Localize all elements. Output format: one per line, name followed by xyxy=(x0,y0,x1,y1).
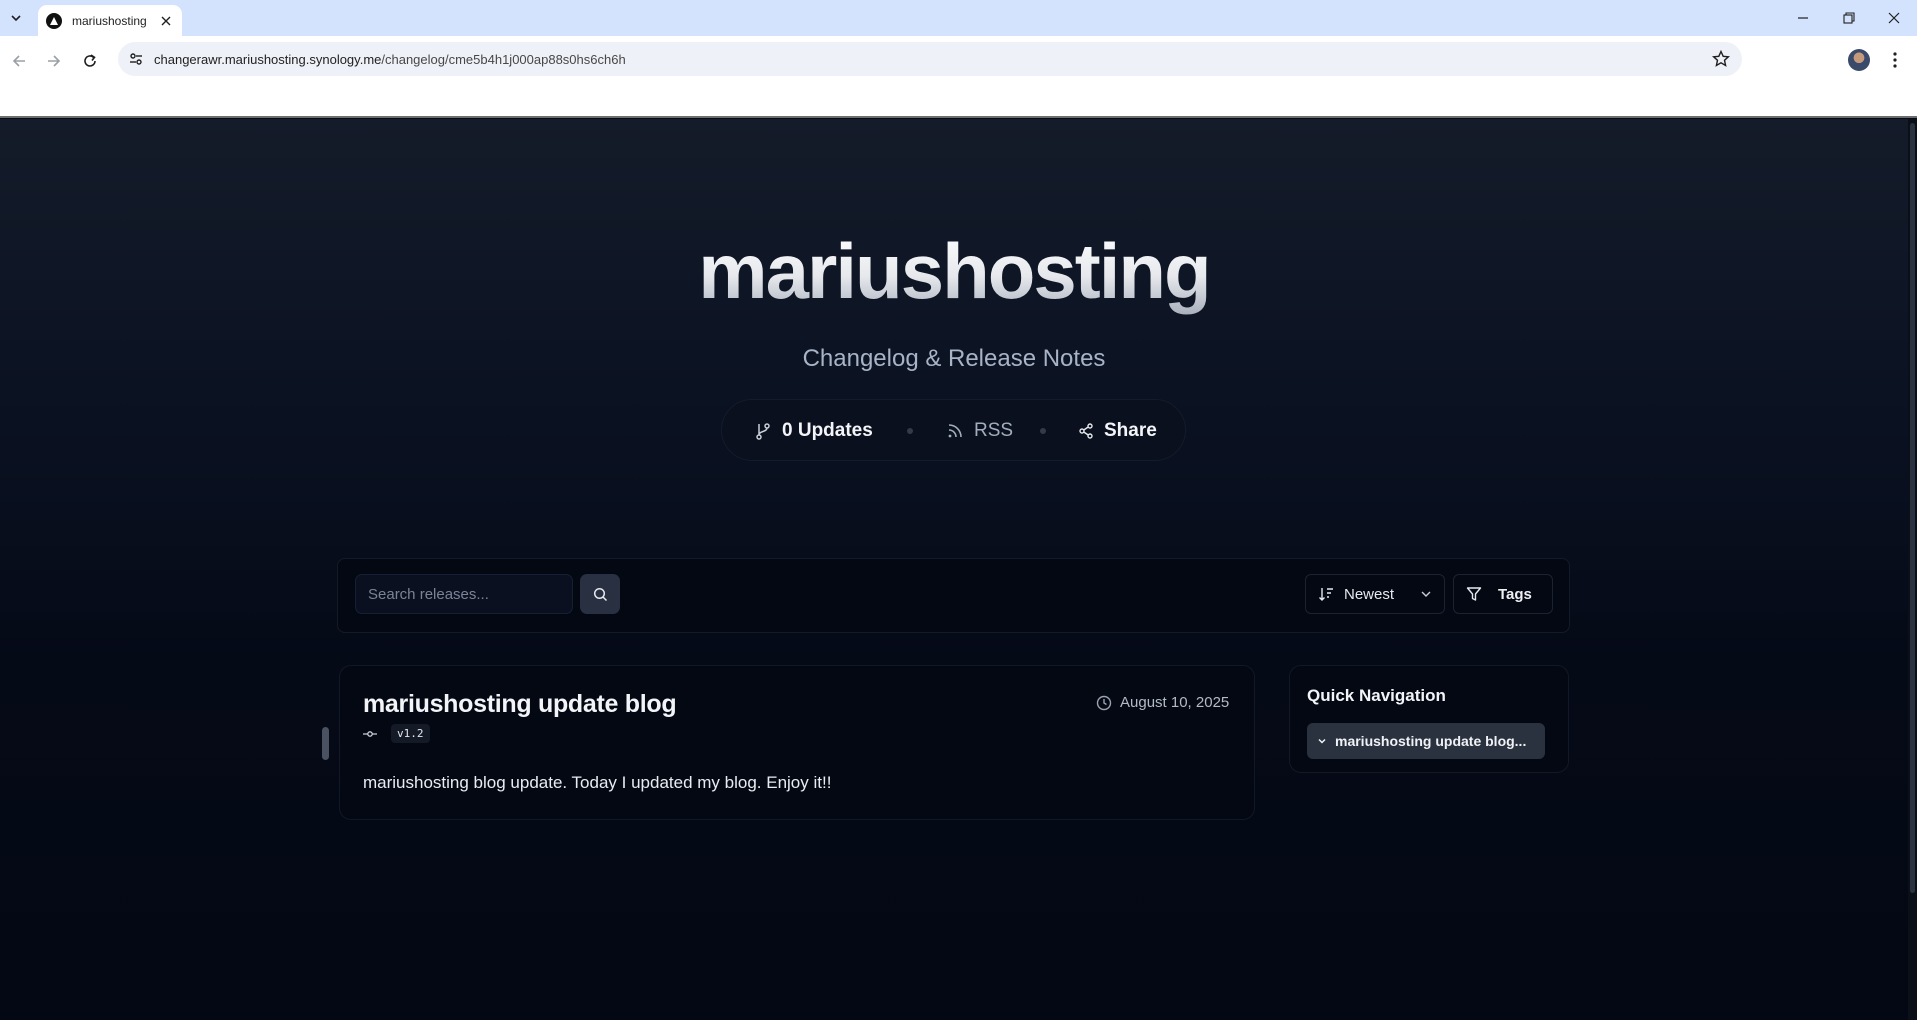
restore-icon xyxy=(1843,12,1855,24)
restore-window-button[interactable] xyxy=(1826,0,1872,36)
tab-close-icon[interactable] xyxy=(158,13,174,29)
search-button[interactable] xyxy=(580,574,620,614)
forward-button[interactable] xyxy=(41,48,67,74)
browser-tab[interactable]: mariushosting xyxy=(38,5,182,36)
sort-value: Newest xyxy=(1344,585,1395,603)
entry-date-text: August 10, 2025 xyxy=(1120,694,1230,711)
rss-link[interactable]: RSS xyxy=(946,400,1013,462)
share-icon xyxy=(1079,423,1093,439)
git-commit-icon xyxy=(363,727,377,741)
filter-icon xyxy=(1466,587,1482,601)
bookmark-star-icon[interactable] xyxy=(1712,50,1730,68)
rss-label: RSS xyxy=(974,420,1014,441)
profile-avatar[interactable] xyxy=(1848,49,1870,71)
share-button[interactable]: Share xyxy=(1078,400,1157,462)
updates-label: 0 Updates xyxy=(782,420,873,441)
arrow-left-icon xyxy=(12,55,25,67)
sort-icon xyxy=(1319,588,1333,601)
close-window-button[interactable] xyxy=(1871,0,1917,36)
tab-title: mariushosting xyxy=(72,13,147,28)
tab-search-button[interactable] xyxy=(5,7,27,29)
scrollbar-thumb[interactable] xyxy=(1910,123,1915,893)
chevron-down-icon xyxy=(11,15,21,22)
site-favicon-icon xyxy=(46,12,62,29)
browser-tab-bar: mariushosting xyxy=(0,0,1917,36)
reload-icon xyxy=(84,54,96,67)
back-button[interactable] xyxy=(6,48,32,74)
stats-bar: 0 Updates RSS Share xyxy=(721,399,1186,461)
filter-bar: Newest Tags xyxy=(337,558,1570,633)
clock-icon xyxy=(1096,695,1112,710)
share-label: Share xyxy=(1104,420,1157,441)
changelog-entry: mariushosting update blog August 10, 202… xyxy=(339,665,1255,820)
tags-label: Tags xyxy=(1498,585,1532,603)
reload-button[interactable] xyxy=(77,48,103,74)
search-icon xyxy=(593,587,607,601)
browser-menu-button[interactable] xyxy=(1884,49,1906,71)
address-bar[interactable]: changerawr.mariushosting.synology.me/cha… xyxy=(118,42,1742,76)
page-subtitle: Changelog & Release Notes xyxy=(802,345,1106,372)
timeline-marker xyxy=(322,727,329,760)
chevron-down-icon xyxy=(1318,738,1326,744)
entry-date: August 10, 2025 xyxy=(1096,694,1229,711)
page-scrollbar[interactable] xyxy=(1908,119,1917,1020)
browser-toolbar: changerawr.mariushosting.synology.me/cha… xyxy=(0,36,1917,86)
chevron-down-icon xyxy=(1421,591,1431,597)
quick-navigation: Quick Navigation mariushosting update bl… xyxy=(1289,665,1569,773)
entry-title[interactable]: mariushosting update blog xyxy=(363,690,677,719)
version-badge: v1.2 xyxy=(391,724,430,743)
minimize-window-button[interactable] xyxy=(1780,0,1826,36)
quick-navigation-item-label: mariushosting update blog... xyxy=(1335,733,1527,749)
minimize-icon xyxy=(1798,17,1808,19)
close-icon xyxy=(1888,12,1900,24)
more-vertical-icon xyxy=(1893,52,1897,68)
rss-icon xyxy=(948,424,962,438)
url-path: /changelog/cme5b4h1j000ap88s0hs6ch6h xyxy=(381,52,626,67)
url-text: changerawr.mariushosting.synology.me/cha… xyxy=(154,52,626,67)
updates-count: 0 Updates xyxy=(754,400,873,462)
url-host: changerawr.mariushosting.synology.me xyxy=(154,52,382,67)
entry-body: mariushosting blog update. Today I updat… xyxy=(363,773,832,792)
quick-navigation-title: Quick Navigation xyxy=(1307,686,1446,705)
separator-dot xyxy=(907,428,913,434)
changelog-page: mariushosting Changelog & Release Notes … xyxy=(0,119,1908,1020)
search-input[interactable] xyxy=(355,574,573,614)
tags-filter-button[interactable]: Tags xyxy=(1453,574,1553,614)
quick-navigation-item[interactable]: mariushosting update blog... xyxy=(1307,723,1545,759)
bookmarks-bar-area xyxy=(0,86,1917,118)
site-settings-icon[interactable] xyxy=(126,49,146,69)
git-branch-icon xyxy=(756,423,770,440)
page-title: mariushosting xyxy=(0,228,1908,315)
sort-select[interactable]: Newest xyxy=(1305,574,1445,614)
separator-dot xyxy=(1040,428,1046,434)
arrow-right-icon xyxy=(48,55,61,67)
